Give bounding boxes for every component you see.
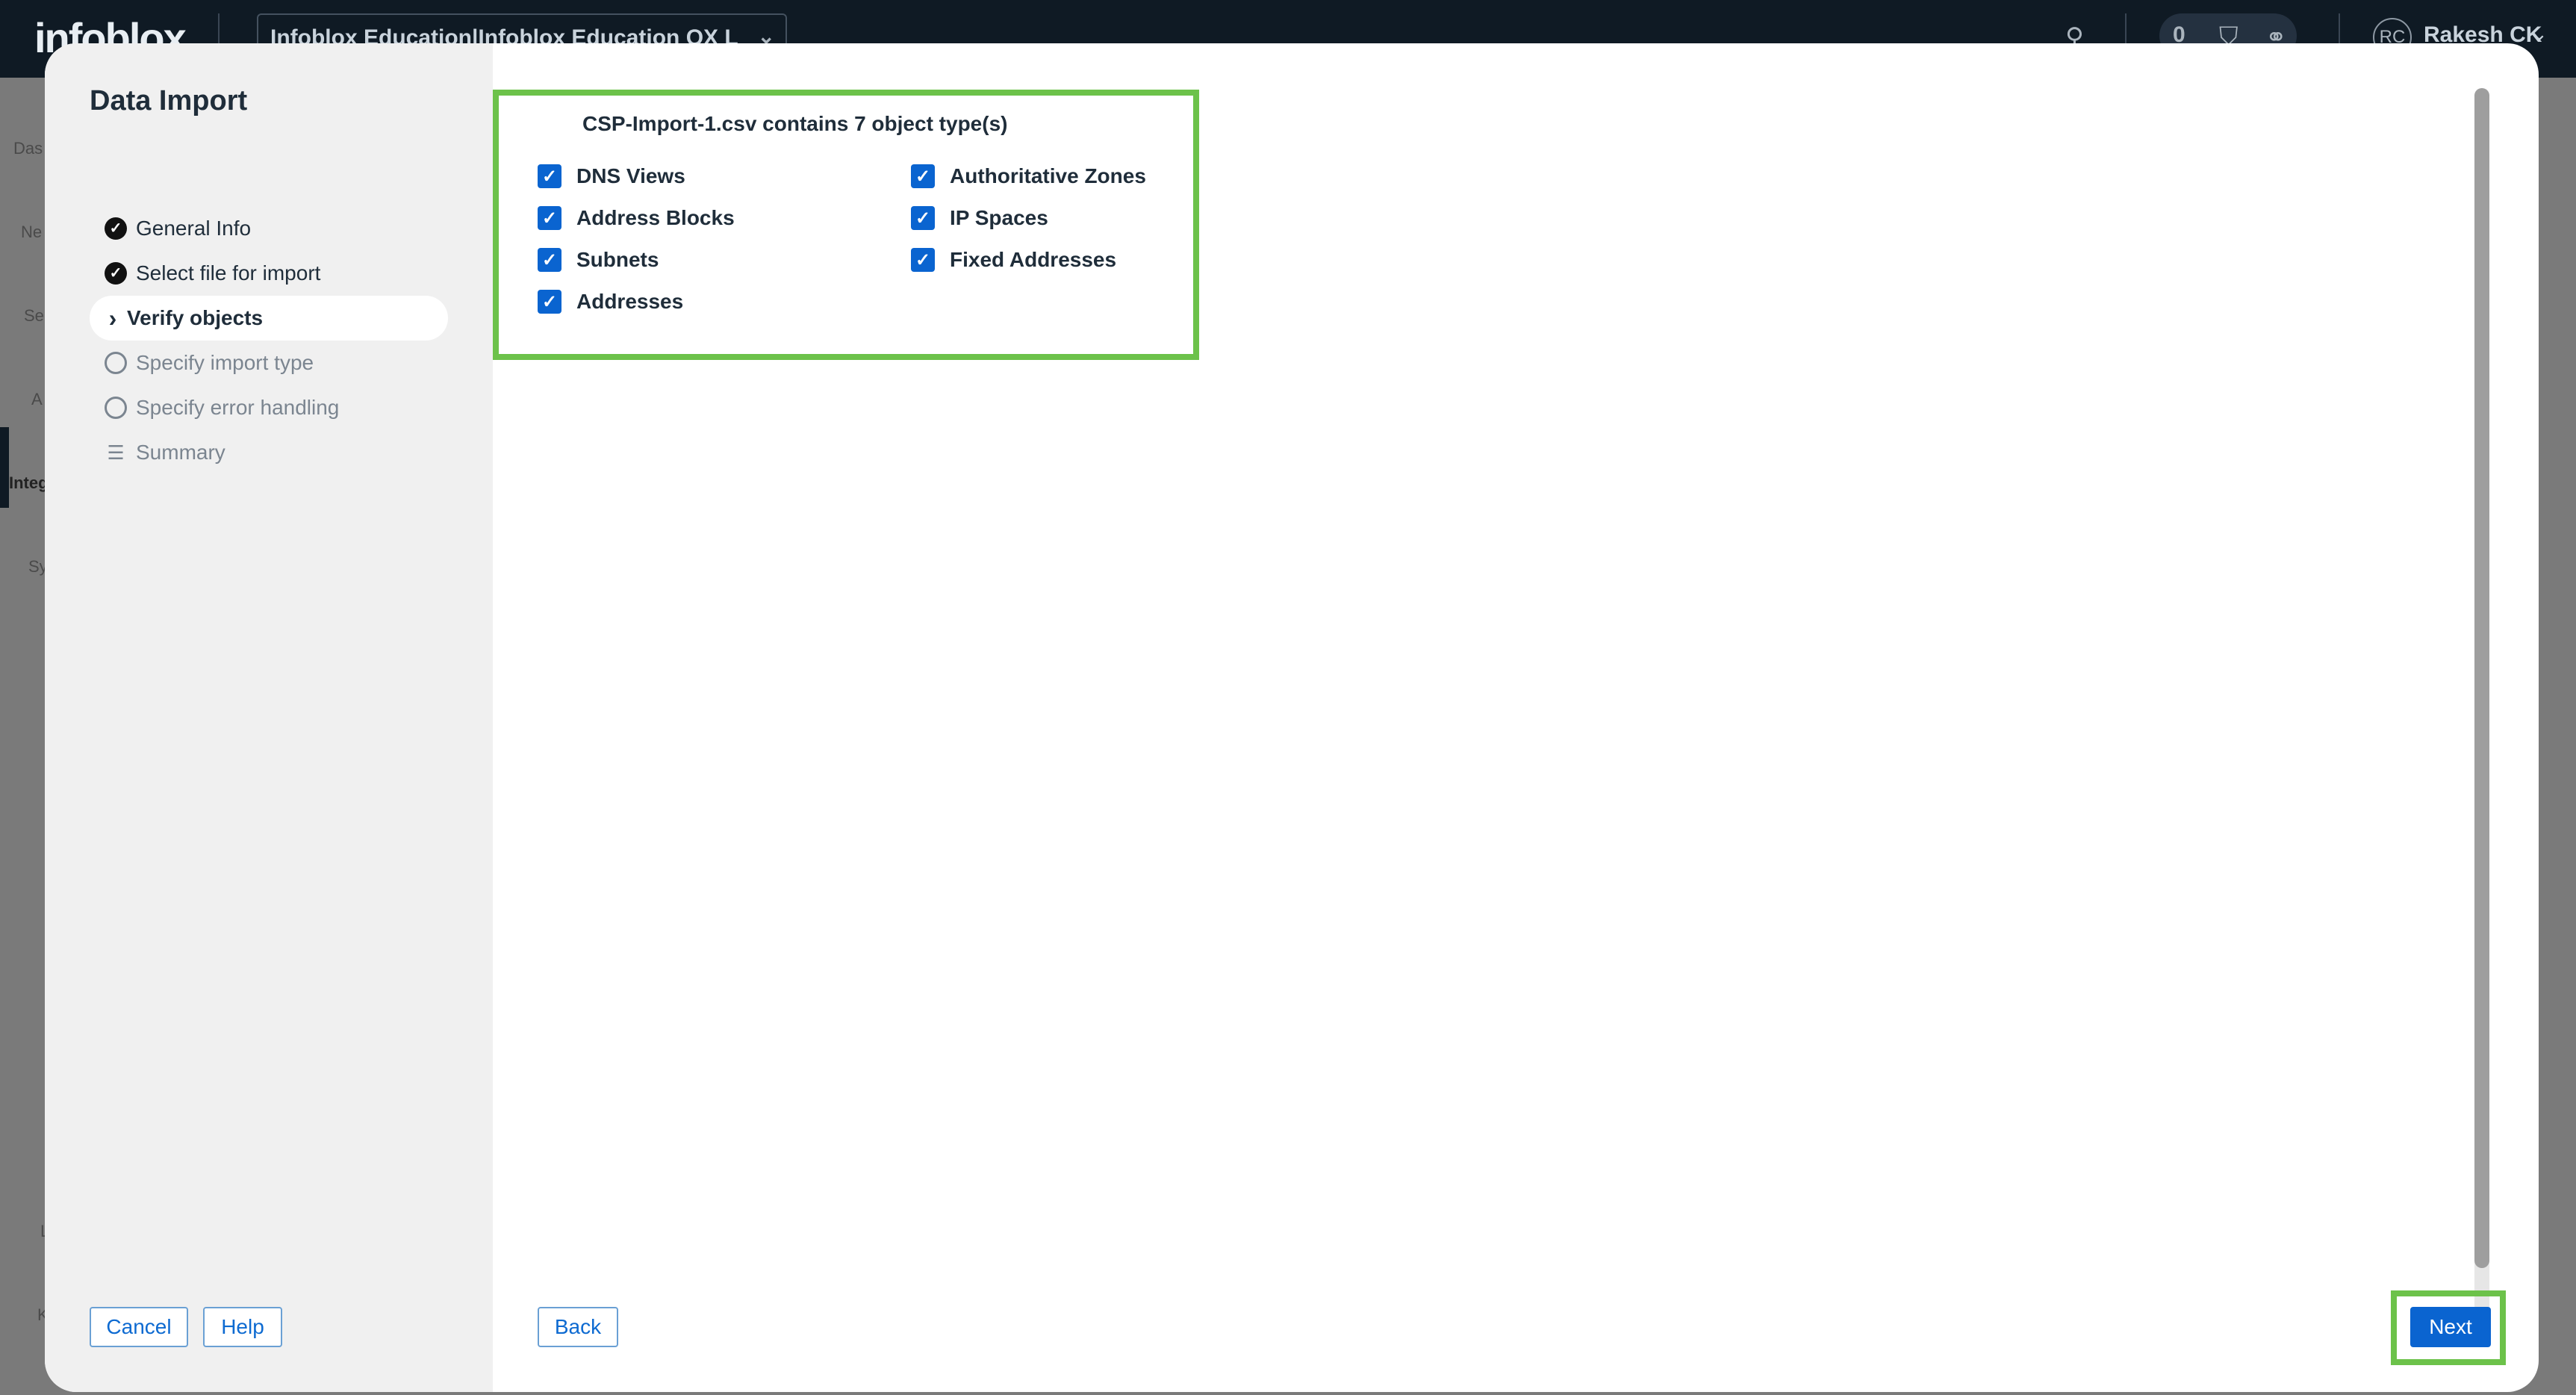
empty-circle-icon: [105, 397, 127, 419]
import-summary-heading: CSP-Import-1.csv contains 7 object type(…: [582, 112, 1008, 135]
check-circle-icon: ✓: [105, 217, 127, 240]
checkbox-checked-icon[interactable]: ✓: [538, 206, 561, 230]
step-label: Specify import type: [136, 351, 314, 374]
scrollbar-thumb[interactable]: [2474, 88, 2489, 1268]
step-label: General Info: [136, 217, 252, 240]
bg-nav-a: A: [31, 390, 43, 408]
modal-title: Data Import: [90, 85, 248, 116]
checkbox-checked-icon[interactable]: ✓: [911, 206, 935, 230]
step-label: Verify objects: [127, 306, 264, 329]
object-type-subnets[interactable]: ✓ Subnets: [538, 248, 659, 272]
cancel-button[interactable]: Cancel: [90, 1307, 188, 1347]
step-summary: ☰ Summary: [90, 430, 448, 475]
object-type-label: Authoritative Zones: [950, 164, 1146, 187]
step-label: Select file for import: [136, 261, 321, 285]
data-import-modal: Data Import ✓ General Info ✓ Select file…: [45, 43, 2539, 1392]
object-type-label: Address Blocks: [576, 206, 735, 229]
list-icon: ☰: [107, 441, 125, 464]
chevron-down-icon[interactable]: ⌄: [2531, 22, 2548, 46]
step-select-file[interactable]: ✓ Select file for import: [90, 251, 448, 296]
wizard-steps: ✓ General Info ✓ Select file for import …: [90, 206, 448, 475]
back-button[interactable]: Back: [538, 1307, 618, 1347]
step-verify-objects[interactable]: › Verify objects: [90, 296, 448, 341]
object-type-label: DNS Views: [576, 164, 685, 187]
step-specify-error-handling: Specify error handling: [90, 385, 448, 430]
next-button[interactable]: Next: [2410, 1307, 2491, 1347]
step-general-info[interactable]: ✓ General Info: [90, 206, 448, 251]
empty-circle-icon: [105, 352, 127, 374]
object-type-address-blocks[interactable]: ✓ Address Blocks: [538, 206, 735, 230]
bg-nav-active-indicator: [0, 427, 9, 508]
checkbox-checked-icon[interactable]: ✓: [538, 164, 561, 188]
bg-nav-dashboard: Das: [13, 139, 43, 158]
object-type-label: Fixed Addresses: [950, 248, 1117, 271]
check-circle-icon: ✓: [105, 262, 127, 285]
bg-nav-security: Se: [24, 306, 44, 325]
checkbox-checked-icon[interactable]: ✓: [911, 164, 935, 188]
object-type-ip-spaces[interactable]: ✓ IP Spaces: [911, 206, 1048, 230]
object-type-fixed-addresses[interactable]: ✓ Fixed Addresses: [911, 248, 1116, 272]
bg-nav-network: Ne: [21, 223, 43, 241]
wizard-sidebar: Data Import ✓ General Info ✓ Select file…: [45, 43, 493, 1392]
scrollbar[interactable]: [2474, 88, 2489, 1313]
checkbox-checked-icon[interactable]: ✓: [911, 248, 935, 272]
object-type-authoritative-zones[interactable]: ✓ Authoritative Zones: [911, 164, 1146, 188]
object-type-label: Subnets: [576, 248, 659, 271]
object-type-addresses[interactable]: ✓ Addresses: [538, 290, 683, 314]
step-label: Specify error handling: [136, 396, 340, 419]
step-label: Summary: [136, 441, 225, 464]
chevron-right-icon: ›: [108, 304, 117, 332]
checkbox-checked-icon[interactable]: ✓: [538, 248, 561, 272]
checkbox-checked-icon[interactable]: ✓: [538, 290, 561, 314]
help-button[interactable]: Help: [203, 1307, 282, 1347]
object-type-label: IP Spaces: [950, 206, 1048, 229]
bg-nav-integrations: Integ: [9, 473, 49, 492]
step-specify-import-type: Specify import type: [90, 341, 448, 385]
object-type-label: Addresses: [576, 290, 684, 313]
object-type-dns-views[interactable]: ✓ DNS Views: [538, 164, 685, 188]
